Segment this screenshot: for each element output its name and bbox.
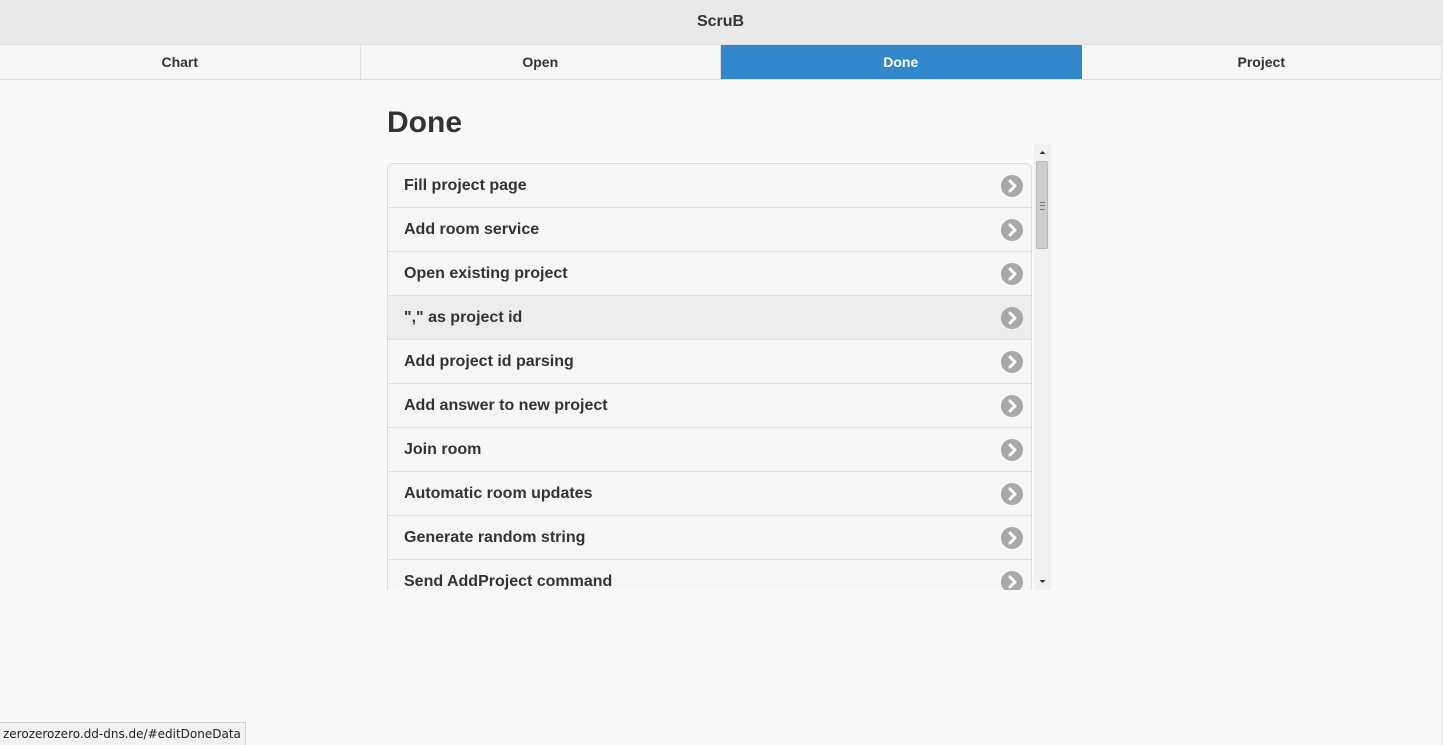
list-item[interactable]: Send AddProject command (388, 560, 1031, 590)
scroll-down-arrow-icon[interactable] (1034, 573, 1051, 590)
app-header: ScruB (0, 0, 1441, 45)
scroll-up-arrow-icon[interactable] (1034, 144, 1051, 161)
main-content: Done Fill project page Add room service … (387, 100, 1052, 590)
list-item-label: Fill project page (404, 177, 527, 194)
chevron-right-icon (1001, 395, 1023, 417)
grip-icon (1040, 202, 1045, 210)
list-item[interactable]: Add project id parsing (388, 340, 1031, 384)
chevron-right-icon (1001, 571, 1023, 590)
tab-open[interactable]: Open (361, 45, 721, 79)
list-item[interactable]: Generate random string (388, 516, 1031, 560)
browser-status-bar: zerozerozero.dd-dns.de/#editDoneData (0, 722, 246, 745)
chevron-right-icon (1001, 219, 1023, 241)
list-item-label: Send AddProject command (404, 573, 613, 590)
list-item[interactable]: "," as project id (388, 296, 1031, 340)
chevron-right-icon (1001, 351, 1023, 373)
list-scrollbar[interactable] (1034, 144, 1051, 590)
tab-chart[interactable]: Chart (0, 45, 361, 79)
tab-project[interactable]: Project (1082, 45, 1442, 79)
list-item[interactable]: Add room service (388, 208, 1031, 252)
page-title: Done (387, 106, 462, 139)
chevron-right-icon (1001, 483, 1023, 505)
list-item-label: Join room (404, 441, 482, 458)
done-list: Fill project page Add room service Open … (387, 163, 1032, 590)
list-item-label: Add answer to new project (404, 397, 608, 414)
list-item-label: Add project id parsing (404, 353, 574, 370)
list-item-label: "," as project id (404, 309, 523, 326)
chevron-right-icon (1001, 527, 1023, 549)
list-item[interactable]: Add answer to new project (388, 384, 1031, 428)
chevron-right-icon (1001, 263, 1023, 285)
list-item[interactable]: Automatic room updates (388, 472, 1031, 516)
list-item[interactable]: Open existing project (388, 252, 1031, 296)
done-list-viewport: Fill project page Add room service Open … (387, 144, 1051, 590)
app-window: ScruB Chart Open Done Project Done Fill … (0, 0, 1443, 745)
list-item-label: Automatic room updates (404, 485, 593, 502)
status-url: zerozerozero.dd-dns.de/#editDoneData (3, 727, 241, 741)
navbar: Chart Open Done Project (0, 45, 1441, 80)
list-item-label: Generate random string (404, 529, 586, 546)
list-item[interactable]: Join room (388, 428, 1031, 472)
list-item[interactable]: Fill project page (388, 164, 1031, 208)
scrollbar-thumb[interactable] (1036, 161, 1048, 249)
list-item-label: Add room service (404, 221, 540, 238)
chevron-right-icon (1001, 175, 1023, 197)
tab-done[interactable]: Done (721, 45, 1082, 79)
chevron-right-icon (1001, 439, 1023, 461)
app-title: ScruB (696, 13, 745, 30)
list-item-label: Open existing project (404, 265, 568, 282)
chevron-right-icon (1001, 307, 1023, 329)
